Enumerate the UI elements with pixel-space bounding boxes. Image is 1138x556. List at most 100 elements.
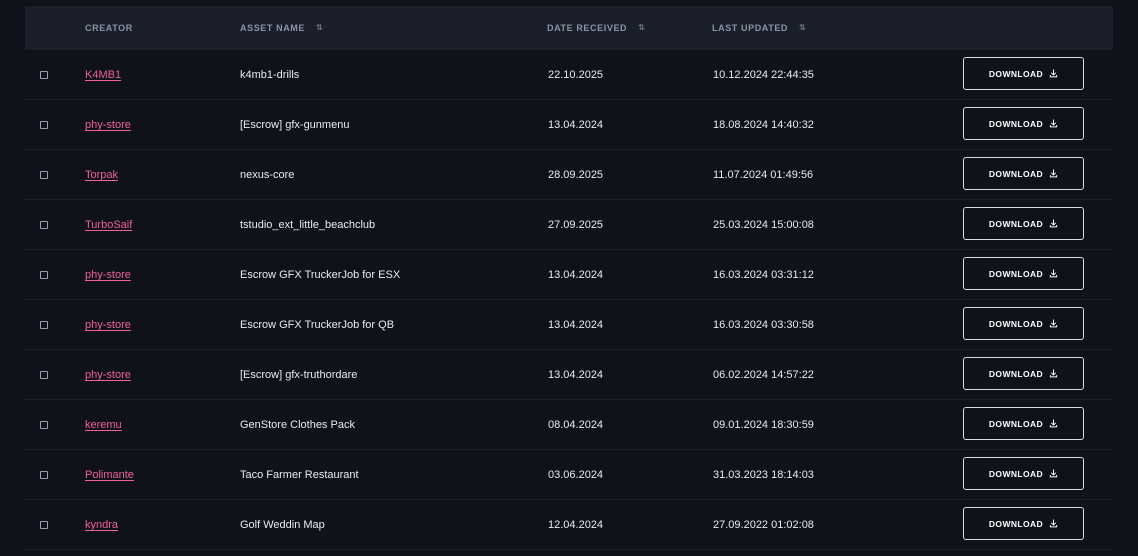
table-row: Polimante Taco Farmer Restaurant 03.06.2… (25, 450, 1113, 500)
download-button-label: DOWNLOAD (988, 68, 1044, 79)
creator-link[interactable]: K4MB1 (85, 69, 121, 81)
download-icon (1049, 269, 1058, 278)
download-button[interactable]: DOWNLOAD (963, 157, 1084, 190)
creator-link[interactable]: phy-store (85, 269, 131, 281)
download-button-label: DOWNLOAD (988, 368, 1044, 379)
download-button-label: DOWNLOAD (988, 268, 1044, 279)
download-button-label: DOWNLOAD (988, 168, 1044, 179)
download-icon (1049, 469, 1058, 478)
creator-cell: Polimante (85, 450, 134, 500)
last-updated-cell: 16.03.2024 03:30:58 (713, 319, 814, 331)
download-button-label: DOWNLOAD (988, 118, 1044, 129)
download-button[interactable]: DOWNLOAD (963, 307, 1084, 340)
download-button-label: DOWNLOAD (988, 418, 1044, 429)
asset-name-cell: [Escrow] gfx-truthordare (240, 369, 358, 381)
table-row: phy-store [Escrow] gfx-gunmenu 13.04.202… (25, 100, 1113, 150)
date-received-cell: 13.04.2024 (548, 369, 604, 381)
download-button[interactable]: DOWNLOAD (963, 357, 1084, 390)
last-updated-cell: 06.02.2024 14:57:22 (713, 369, 814, 381)
creator-cell: K4MB1 (85, 50, 121, 100)
row-checkbox[interactable] (40, 521, 48, 529)
download-icon (1049, 369, 1058, 378)
download-button-label: DOWNLOAD (988, 468, 1044, 479)
download-icon (1049, 219, 1058, 228)
download-button[interactable]: DOWNLOAD (963, 507, 1084, 540)
table-row: K4MB1 k4mb1-drills 22.10.2025 10.12.2024… (25, 50, 1113, 100)
column-header-last-updated-label: LAST UPDATED (712, 23, 789, 33)
column-header-date-received-label: DATE RECEIVED (547, 23, 628, 33)
asset-name-cell: Taco Farmer Restaurant (240, 469, 359, 481)
creator-cell: TurboSaif (85, 200, 132, 250)
row-checkbox[interactable] (40, 221, 48, 229)
creator-link[interactable]: phy-store (85, 369, 131, 381)
creator-link[interactable]: phy-store (85, 119, 131, 131)
download-icon (1049, 419, 1058, 428)
last-updated-cell: 25.03.2024 15:00:08 (713, 219, 814, 231)
date-received-cell: 27.09.2025 (548, 219, 604, 231)
date-received-cell: 22.10.2025 (548, 69, 604, 81)
last-updated-cell: 09.01.2024 18:30:59 (713, 419, 814, 431)
last-updated-cell: 31.03.2023 18:14:03 (713, 469, 814, 481)
asset-name-cell: nexus-core (240, 169, 295, 181)
column-header-asset-name[interactable]: ASSET NAME ⇅ (240, 6, 323, 50)
table-row: TurboSaif tstudio_ext_little_beachclub 2… (25, 200, 1113, 250)
assets-table: CREATOR ASSET NAME ⇅ DATE RECEIVED ⇅ LAS… (25, 6, 1113, 550)
row-checkbox[interactable] (40, 121, 48, 129)
date-received-cell: 12.04.2024 (548, 519, 604, 531)
date-received-cell: 28.09.2025 (548, 169, 604, 181)
table-header: CREATOR ASSET NAME ⇅ DATE RECEIVED ⇅ LAS… (25, 6, 1113, 50)
asset-name-cell: Escrow GFX TruckerJob for ESX (240, 269, 401, 281)
row-checkbox[interactable] (40, 71, 48, 79)
creator-link[interactable]: phy-store (85, 319, 131, 331)
table-row: phy-store Escrow GFX TruckerJob for QB 1… (25, 300, 1113, 350)
download-icon (1049, 519, 1058, 528)
download-button[interactable]: DOWNLOAD (963, 407, 1084, 440)
last-updated-cell: 16.03.2024 03:31:12 (713, 269, 814, 281)
creator-link[interactable]: kyndra (85, 519, 118, 531)
date-received-cell: 13.04.2024 (548, 269, 604, 281)
creator-cell: phy-store (85, 350, 131, 400)
last-updated-cell: 10.12.2024 22:44:35 (713, 69, 814, 81)
sort-arrows-icon[interactable]: ⇅ (316, 6, 323, 50)
row-checkbox[interactable] (40, 421, 48, 429)
creator-link[interactable]: Polimante (85, 469, 134, 481)
column-header-last-updated[interactable]: LAST UPDATED ⇅ (712, 6, 806, 50)
column-header-creator-label: CREATOR (85, 23, 133, 33)
download-button[interactable]: DOWNLOAD (963, 257, 1084, 290)
row-checkbox[interactable] (40, 471, 48, 479)
date-received-cell: 08.04.2024 (548, 419, 604, 431)
asset-name-cell: Escrow GFX TruckerJob for QB (240, 319, 395, 331)
download-button-label: DOWNLOAD (988, 218, 1044, 229)
download-button[interactable]: DOWNLOAD (963, 457, 1084, 490)
column-header-asset-name-label: ASSET NAME (240, 23, 306, 33)
creator-link[interactable]: TurboSaif (85, 219, 132, 231)
row-checkbox[interactable] (40, 271, 48, 279)
column-header-date-received[interactable]: DATE RECEIVED ⇅ (547, 6, 646, 50)
last-updated-cell: 27.09.2022 01:02:08 (713, 519, 814, 531)
download-button[interactable]: DOWNLOAD (963, 57, 1084, 90)
asset-name-cell: k4mb1-drills (240, 69, 300, 81)
creator-cell: phy-store (85, 250, 131, 300)
table-row: kyndra Golf Weddin Map 12.04.2024 27.09.… (25, 500, 1113, 550)
creator-link[interactable]: keremu (85, 419, 122, 431)
sort-arrows-icon[interactable]: ⇅ (799, 6, 806, 50)
creator-cell: phy-store (85, 100, 131, 150)
table-row: keremu GenStore Clothes Pack 08.04.2024 … (25, 400, 1113, 450)
download-icon (1049, 119, 1058, 128)
asset-name-cell: Golf Weddin Map (240, 519, 325, 531)
date-received-cell: 03.06.2024 (548, 469, 604, 481)
row-checkbox[interactable] (40, 321, 48, 329)
table-body: K4MB1 k4mb1-drills 22.10.2025 10.12.2024… (25, 50, 1113, 550)
download-icon (1049, 319, 1058, 328)
row-checkbox[interactable] (40, 371, 48, 379)
last-updated-cell: 18.08.2024 14:40:32 (713, 119, 814, 131)
table-row: phy-store Escrow GFX TruckerJob for ESX … (25, 250, 1113, 300)
asset-name-cell: [Escrow] gfx-gunmenu (240, 119, 350, 131)
row-checkbox[interactable] (40, 171, 48, 179)
sort-arrows-icon[interactable]: ⇅ (638, 6, 645, 50)
column-header-creator: CREATOR (85, 6, 133, 50)
download-button[interactable]: DOWNLOAD (963, 107, 1084, 140)
last-updated-cell: 11.07.2024 01:49:56 (713, 169, 814, 181)
download-button[interactable]: DOWNLOAD (963, 207, 1084, 240)
creator-link[interactable]: Torpak (85, 169, 118, 181)
